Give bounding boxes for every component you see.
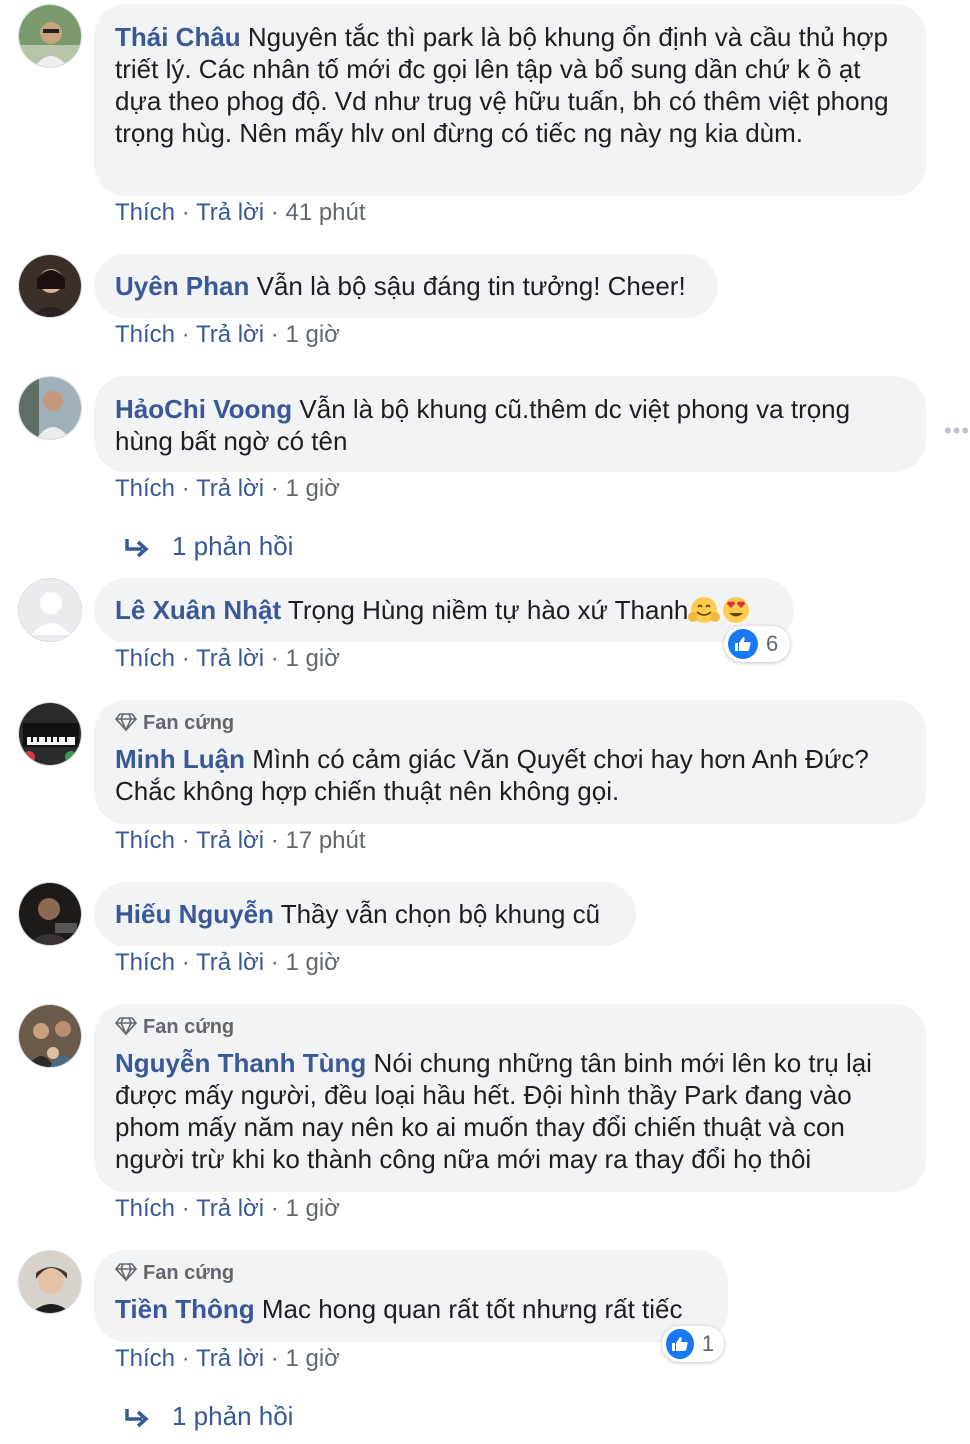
comment-author[interactable]: Lê Xuân Nhật [115,595,281,625]
timestamp[interactable]: 41 phút [285,199,365,226]
view-replies-link[interactable]: 1 phản hồi [124,530,293,562]
reaction-summary[interactable]: 6 [724,626,790,662]
more-options-icon[interactable]: ••• [944,418,970,444]
comment-author[interactable]: Minh Luận [115,744,245,774]
avatar[interactable] [18,1250,82,1314]
comment-text: Vẫn là bộ sậu đáng tin tưởng! Cheer! [256,271,686,301]
reaction-count: 6 [766,631,779,656]
timestamp[interactable]: 17 phút [285,827,365,854]
reply-arrow-icon [125,1409,149,1428]
comment-bubble: HảoChi Voong Vẫn là bộ khung cũ.thêm dc … [94,376,926,472]
timestamp[interactable]: 1 giờ [285,475,339,502]
fan-badge: Fan cứng [114,1261,708,1285]
separator: · [181,827,190,854]
separator: · [270,1345,279,1372]
avatar[interactable] [18,4,82,68]
reaction-summary[interactable]: 1 [662,1326,724,1362]
comment-bubble: Lê Xuân Nhật Trọng Hùng niềm tự hào xứ T… [94,578,794,642]
timestamp[interactable]: 1 giờ [285,1195,339,1222]
separator: · [181,1195,190,1222]
comment-actions: Thích · Trả lời · 17 phút [115,826,366,856]
reply-link[interactable]: Trả lời [196,1345,264,1372]
hugging-face-emoji-icon [688,595,721,632]
comment-bubble: Fan cứng Minh Luận Mình có cảm giác Văn … [94,700,926,824]
comment-actions: Thích · Trả lời · 1 giờ [115,644,340,674]
comment-bubble: Uyên Phan Vẫn là bộ sậu đáng tin tưởng! … [94,254,718,318]
separator: · [270,321,279,348]
comment-actions: Thích · Trả lời · 1 giờ [115,474,340,504]
comment-author[interactable]: Tiền Thông [115,1294,255,1324]
timestamp[interactable]: 1 giờ [285,1345,339,1372]
reply-link[interactable]: Trả lời [196,321,264,348]
reply-link[interactable]: Trả lời [196,1195,264,1222]
comment-actions: Thích · Trả lời · 1 giờ [115,1344,340,1374]
separator: · [181,1345,190,1372]
like-link[interactable]: Thích [115,199,175,226]
comment-bubble: Fan cứng Nguyễn Thanh Tùng Nói chung nhữ… [94,1004,926,1192]
avatar[interactable] [18,376,82,440]
avatar[interactable] [18,1004,82,1068]
separator: · [270,645,279,672]
separator: · [270,475,279,502]
comment-actions: Thích · Trả lời · 1 giờ [115,1194,340,1224]
comment-actions: Thích · Trả lời · 1 giờ [115,320,340,350]
reaction-count: 1 [701,1331,714,1356]
like-link[interactable]: Thích [115,827,175,854]
separator: · [270,1195,279,1222]
reply-arrow-icon [125,539,149,558]
fan-badge: Fan cứng [114,711,906,735]
avatar[interactable] [18,702,82,766]
comment-actions: Thích · Trả lời · 1 giờ [115,948,340,978]
reply-link[interactable]: Trả lời [196,949,264,976]
separator: · [270,827,279,854]
diamond-icon [114,713,138,732]
comment-author[interactable]: Hiếu Nguyễn [115,899,274,929]
like-link[interactable]: Thích [115,645,175,672]
comment-text: Mac hong quan rất tốt nhưng rất tiếc [261,1294,683,1324]
comment-author[interactable]: HảoChi Voong [115,394,292,424]
separator: · [181,199,190,226]
comment-author[interactable]: Uyên Phan [115,271,249,301]
reply-link[interactable]: Trả lời [196,645,264,672]
like-link[interactable]: Thích [115,475,175,502]
separator: · [181,645,190,672]
comment-author[interactable]: Thái Châu [115,22,241,52]
replies-count[interactable]: 1 phản hồi [172,1401,293,1431]
thumbs-up-icon [728,629,758,659]
timestamp[interactable]: 1 giờ [285,949,339,976]
separator: · [270,199,279,226]
comment-text: Trọng Hùng niềm tự hào xứ Thanh [287,595,689,625]
like-link[interactable]: Thích [115,1345,175,1372]
diamond-icon [114,1263,138,1282]
reply-link[interactable]: Trả lời [196,827,264,854]
comment-text: Thầy vẫn chọn bộ khung cũ [280,899,601,929]
like-link[interactable]: Thích [115,949,175,976]
like-link[interactable]: Thích [115,321,175,348]
comment-bubble: Thái Châu Nguyên tắc thì park là bộ khun… [94,4,926,196]
thumbs-up-icon [666,1329,694,1359]
avatar[interactable] [18,578,82,642]
comment-bubble: Hiếu Nguyễn Thầy vẫn chọn bộ khung cũ [94,882,636,946]
view-replies-link[interactable]: 1 phản hồi [124,1400,293,1432]
fan-badge: Fan cứng [114,1015,906,1039]
reply-link[interactable]: Trả lời [196,199,264,226]
replies-count[interactable]: 1 phản hồi [172,531,293,561]
comment-author[interactable]: Nguyễn Thanh Tùng [115,1048,366,1078]
separator: · [181,321,190,348]
reply-link[interactable]: Trả lời [196,475,264,502]
comment-actions: Thích · Trả lời · 41 phút [115,198,366,228]
separator: · [181,949,190,976]
like-link[interactable]: Thích [115,1195,175,1222]
diamond-icon [114,1017,138,1036]
separator: · [270,949,279,976]
timestamp[interactable]: 1 giờ [285,645,339,672]
separator: · [181,475,190,502]
comment-bubble: Fan cứng Tiền Thông Mac hong quan rất tố… [94,1250,728,1342]
avatar[interactable] [18,254,82,318]
avatar[interactable] [18,882,82,946]
timestamp[interactable]: 1 giờ [285,321,339,348]
